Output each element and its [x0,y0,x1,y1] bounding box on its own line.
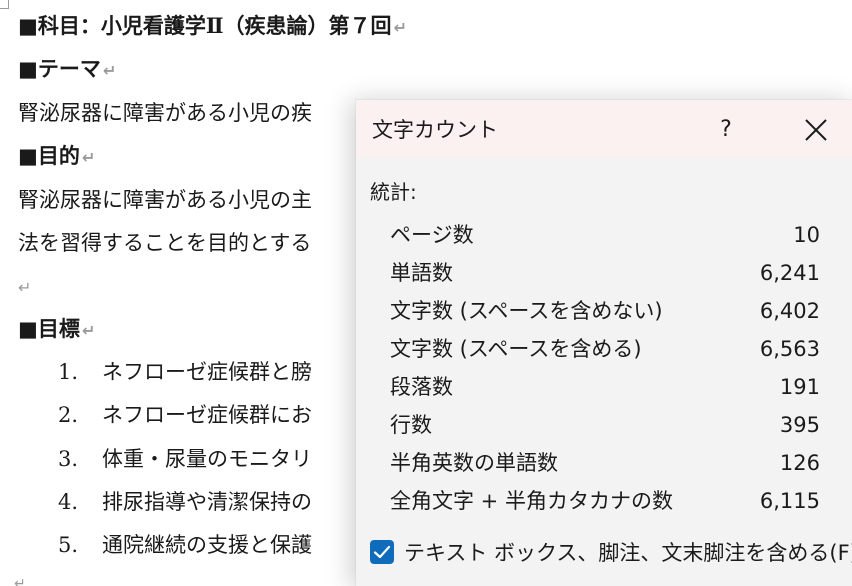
paragraph-mark-icon: ↵ [102,61,117,80]
goal-number: 5. [58,533,79,557]
stat-label: 半角英数の単語数 [390,451,558,475]
goal-list-item[interactable]: 5. 通院継続の支援と保護 [58,531,312,559]
goal-number: 2. [58,403,79,427]
stat-label: 全角文字 + 半角カタカナの数 [390,489,673,513]
purpose-heading-line[interactable]: ■目的 ↵ [18,142,95,172]
goal-list-item[interactable]: 3. 体重・尿量のモニタリ [58,445,312,473]
goal-text: 排尿指導や清潔保持の [102,490,312,514]
stat-value: 6,563 [759,337,820,361]
goal-text: 通院継続の支援と保護 [102,533,312,557]
goal-list-item[interactable]: 1. ネフローゼ症候群と膀 [58,358,312,386]
include-textboxes-checkbox[interactable] [370,540,394,564]
goal-text: ネフローゼ症候群にお [102,403,312,427]
help-button[interactable]: ? [706,112,746,148]
stat-label: 文字数 (スペースを含めない) [390,299,663,323]
course-title-line[interactable]: ■科目：小児看護学Ⅱ（疾患論）第７回 ↵ [18,12,407,42]
stat-row-words: 単語数 6,241 [390,257,820,289]
purpose-text-line-1[interactable]: 腎泌尿器に障害がある小児の主 [18,186,312,214]
theme-heading-line[interactable]: ■テーマ ↵ [18,55,116,85]
stat-row-full-width-chars: 全角文字 + 半角カタカナの数 6,115 [390,485,820,517]
paragraph-mark-icon: ↵ [393,18,407,37]
goal-number: 3. [58,447,79,471]
stat-value: 6,115 [759,489,820,513]
goal-number: 4. [58,490,79,514]
stat-value: 6,241 [759,261,820,285]
stat-row-pages: ページ数 10 [390,219,820,251]
page-corner-mark [0,0,9,9]
stat-label: 単語数 [390,261,453,285]
statistics-label: 統計: [370,180,417,204]
goal-number: 1. [58,360,79,384]
word-count-dialog: 文字カウント ? 統計: ページ数 10 単語数 6,241 文字数 (スペース… [356,100,852,586]
goal-list-item[interactable]: 2. ネフローゼ症候群にお [58,401,312,429]
stat-row-chars-with-spaces: 文字数 (スペースを含める) 6,563 [390,333,820,365]
empty-paragraph-line[interactable]: ↵ [18,272,31,302]
course-title-text: ■科目：小児看護学Ⅱ（疾患論）第７回 [18,13,392,38]
stat-label: ページ数 [390,223,474,247]
close-button[interactable] [796,112,836,148]
paragraph-mark-icon: ↵ [18,278,32,297]
goal-text: 体重・尿量のモニタリ [102,447,312,471]
goal-list-item[interactable]: 4. 排尿指導や清潔保持の [58,488,312,516]
stat-label: 行数 [390,413,432,437]
stat-row-lines: 行数 395 [390,409,820,441]
goal-text: ネフローゼ症候群と膀 [102,360,312,384]
stat-value: 395 [779,413,820,437]
paragraph-mark-icon: ↵ [81,148,96,167]
purpose-text-line-2[interactable]: 法を習得することを目的とする [18,229,311,257]
checkmark-icon [373,545,391,559]
theme-text-line[interactable]: 腎泌尿器に障害がある小児の疾 [18,99,312,127]
dialog-title: 文字カウント [372,118,498,142]
stat-label: 段落数 [390,375,453,399]
close-icon [805,119,827,141]
stat-label: 文字数 (スペースを含める) [390,337,642,361]
goals-heading-line[interactable]: ■目標 ↵ [18,315,95,345]
include-textboxes-label: テキスト ボックス、脚注、文末脚注を含める(F) [404,541,852,565]
theme-heading: ■テーマ [18,56,101,81]
stat-value: 126 [779,451,820,475]
stat-row-half-width-words: 半角英数の単語数 126 [390,447,820,479]
paragraph-mark-icon: ↵ [14,576,26,586]
theme-text: 腎泌尿器に障害がある小児の疾 [18,101,312,125]
stat-row-chars-no-spaces: 文字数 (スペースを含めない) 6,402 [390,295,820,327]
stat-value: 6,402 [759,299,820,323]
purpose-heading: ■目的 [18,143,80,168]
purpose-text-1: 腎泌尿器に障害がある小児の主 [18,188,312,212]
paragraph-mark-icon: ↵ [81,321,96,340]
purpose-text-2: 法を習得することを目的とする [18,231,312,255]
dialog-titlebar[interactable]: 文字カウント ? [356,100,852,158]
goals-heading: ■目標 [18,316,80,341]
stat-value: 191 [779,375,820,399]
stat-row-paragraphs: 段落数 191 [390,371,820,403]
stat-value: 10 [793,223,820,247]
